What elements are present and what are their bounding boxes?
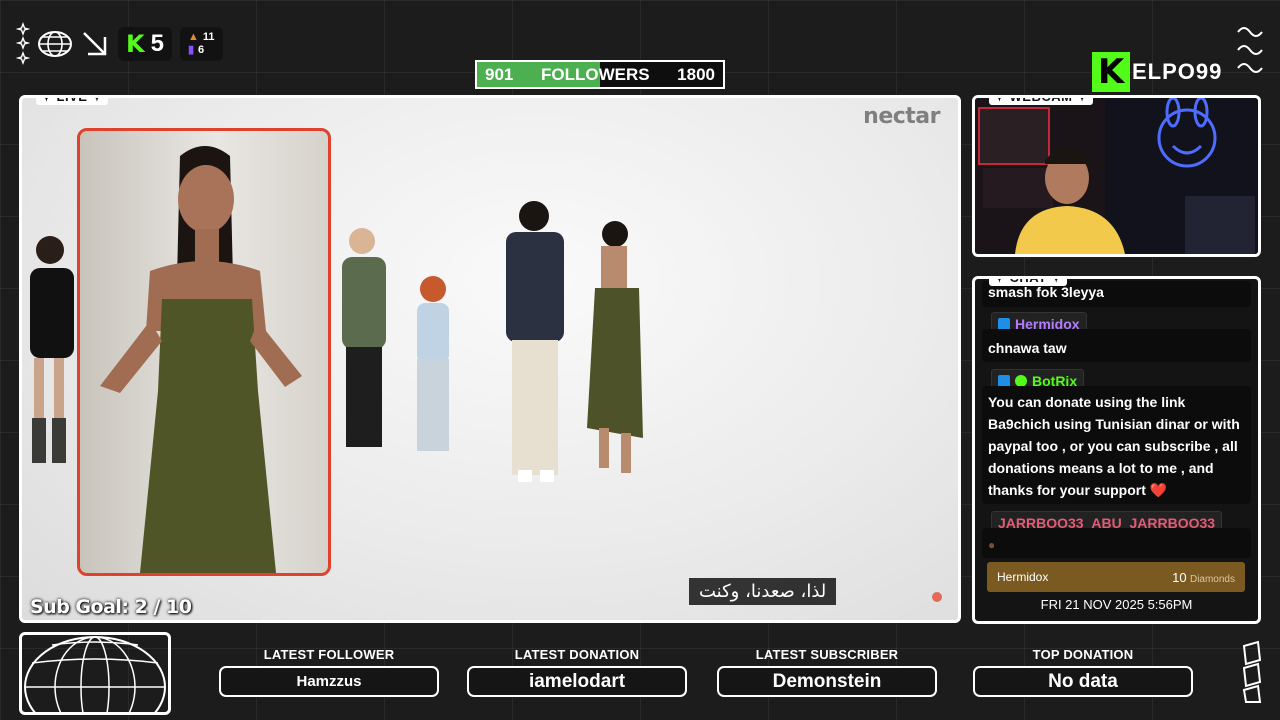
stat-a: 11 [202, 31, 215, 43]
person-figure [587, 221, 643, 473]
top-donation-widget: TOP DONATION No data [973, 647, 1193, 697]
chat-message: ● [982, 528, 1251, 558]
followers-current: 901 [485, 64, 514, 84]
person-figure [342, 228, 386, 447]
top-donation-title: TOP DONATION [1032, 647, 1134, 662]
stat-b: 6 [198, 44, 205, 56]
brand-name: ELPO99 [1132, 59, 1223, 84]
live-label: ✦ LIVE ✦ [36, 98, 108, 105]
mini-stats-box: ▲ 11 ▮ 6 [179, 27, 223, 61]
gift-bar: Hermidox 10 Diamonds [987, 562, 1245, 592]
webcam-frame: ✦ WEBCAM ✦ [972, 95, 1261, 257]
wireframe-globe-icon [24, 636, 166, 720]
globe-icon [38, 31, 72, 57]
globe-panel [19, 632, 171, 720]
person-figure [30, 236, 74, 463]
webcam-video [975, 98, 1258, 254]
person-figure [506, 201, 564, 482]
wave-icon [1237, 27, 1263, 73]
latest-follower-widget: LATEST FOLLOWER Hamzzus [219, 647, 439, 697]
chat-datetime: FRI 21 NOV 2025 5:56PM [1040, 597, 1193, 612]
record-indicator-icon [932, 592, 942, 602]
chat-message: chnawa taw [982, 329, 1251, 362]
sub-goal-text: Sub Goal: 2 / 10 [30, 596, 192, 618]
top-icon-row: K 5 ▲ 11 ▮ 6 [16, 22, 223, 66]
top-donation-value: No data [973, 666, 1193, 697]
stream-count: 5 [150, 30, 164, 57]
latest-follower-value: Hamzzus [219, 666, 439, 697]
latest-donation-value: iamelodart [467, 666, 687, 697]
latest-follower-title: LATEST FOLLOWER [263, 647, 395, 662]
emote-icon: ● [988, 538, 996, 552]
chat-message-text: chnawa taw [988, 340, 1067, 356]
chart-icon: ▲ [187, 31, 199, 43]
latest-subscriber-value: Demonstein [717, 666, 937, 697]
latest-donation-title: LATEST DONATION [514, 647, 640, 662]
kick-icon: K [126, 30, 145, 58]
latest-subscriber-title: LATEST SUBSCRIBER [755, 647, 899, 662]
arrow-down-right-icon [83, 32, 107, 56]
channel-brand: K ELPO99 [1092, 52, 1222, 92]
chat-label: ✦ CHAT ✦ [989, 279, 1068, 286]
pip-speaker-figure [100, 146, 302, 573]
main-video-frame: nectar لذا، صعدنا، وكنت Sub Goal: 2 / 10… [19, 95, 961, 623]
video-subtitle: لذا، صعدنا، وكنت [689, 578, 837, 605]
bars-icon: ▮ [187, 44, 195, 56]
webcam-label: ✦ WEBCAM ✦ [989, 98, 1093, 105]
gift-unit: Diamonds [1189, 573, 1235, 585]
followers-goal-bar: 901 FOLLOWERS 1800 [475, 60, 725, 89]
sparkle-icon [16, 22, 30, 65]
person-figure [417, 276, 449, 451]
stream-counter: K 5 [118, 27, 172, 61]
chat-message: You can donate using the link Ba9chich u… [982, 386, 1251, 504]
pip-video [77, 128, 331, 576]
video-watermark: nectar [863, 104, 940, 129]
chat-panel: smash fok 3leyya Hermidox chnawa taw Bot… [972, 276, 1261, 624]
latest-subscriber-widget: LATEST SUBSCRIBER Demonstein [717, 647, 937, 697]
gift-amount: 10 [1172, 569, 1187, 585]
gift-user: Hermidox [997, 570, 1049, 584]
followers-goal: 1800 [677, 64, 715, 84]
decorative-mark-icon [1242, 640, 1262, 703]
followers-label: FOLLOWERS [540, 64, 650, 84]
latest-donation-widget: LATEST DONATION iamelodart [467, 647, 687, 697]
chat-message-text: You can donate using the link Ba9chich u… [988, 394, 1240, 498]
brand-logo-k: K [1092, 52, 1130, 92]
